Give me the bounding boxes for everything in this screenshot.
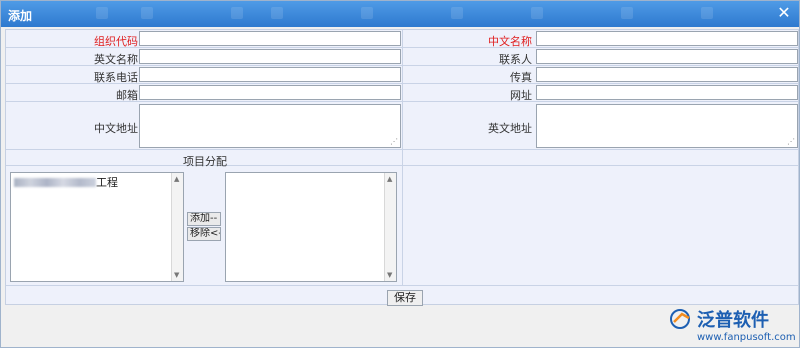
scroll-up-icon[interactable]: ▲ (174, 175, 179, 183)
close-icon[interactable]: ✕ (775, 4, 793, 22)
org-code-label: 组织代码 (94, 35, 138, 48)
cn-name-input[interactable] (536, 31, 798, 46)
cn-name-label: 中文名称 (488, 35, 532, 48)
scrollbar[interactable]: ▲ ▼ (171, 173, 183, 281)
contact-label: 联系人 (499, 53, 532, 66)
website-label: 网址 (510, 89, 532, 102)
contact-input[interactable] (536, 49, 798, 64)
brand-name: 泛普软件 (697, 310, 769, 331)
fax-input[interactable] (536, 67, 798, 82)
remove-project-button[interactable]: 移除<-- (187, 227, 221, 241)
en-name-input[interactable] (139, 49, 401, 64)
brand-watermark: 泛普软件 www.fanpusoft.com (669, 304, 799, 348)
website-input[interactable] (536, 85, 798, 100)
email-label: 邮箱 (116, 89, 138, 102)
en-address-textarea[interactable]: ⋰ (536, 104, 798, 148)
project-assign-label: 项目分配 (183, 155, 227, 168)
form-table: 组织代码 中文名称 英文名称 联系人 联系电话 传真 邮箱 网址 中文地址 ⋰ … (5, 29, 799, 306)
dialog-titlebar: 添加 ✕ (1, 1, 799, 27)
en-name-label: 英文名称 (94, 53, 138, 66)
add-dialog: 添加 ✕ 组织代码 中文名称 英文名称 联系人 联系电话 传真 邮箱 网址 中文… (0, 0, 800, 348)
scroll-down-icon[interactable]: ▼ (387, 271, 392, 279)
add-project-button[interactable]: 添加-- (187, 212, 221, 226)
brand-logo-icon (670, 309, 690, 329)
list-item[interactable]: 工程 (14, 174, 118, 190)
cn-address-label: 中文地址 (94, 122, 138, 135)
org-code-input[interactable] (139, 31, 401, 46)
phone-input[interactable] (139, 67, 401, 82)
selected-projects-list[interactable]: ▲ ▼ (225, 172, 397, 282)
scroll-down-icon[interactable]: ▼ (174, 271, 179, 279)
scroll-up-icon[interactable]: ▲ (387, 175, 392, 183)
available-projects-list[interactable]: 工程 ▲ ▼ (10, 172, 184, 282)
fax-label: 传真 (510, 71, 532, 84)
brand-url: www.fanpusoft.com (697, 332, 796, 343)
resize-grip-icon[interactable]: ⋰ (390, 137, 398, 146)
phone-label: 联系电话 (94, 71, 138, 84)
cn-address-textarea[interactable]: ⋰ (139, 104, 401, 148)
en-address-label: 英文地址 (488, 122, 532, 135)
save-button[interactable]: 保存 (387, 290, 423, 306)
scrollbar[interactable]: ▲ ▼ (384, 173, 396, 281)
list-item-label: 工程 (96, 176, 118, 189)
dialog-title: 添加 (8, 9, 33, 23)
resize-grip-icon[interactable]: ⋰ (787, 137, 795, 146)
email-input[interactable] (139, 85, 401, 100)
